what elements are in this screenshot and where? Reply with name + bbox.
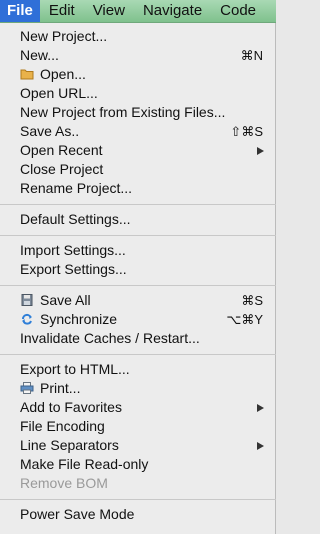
menu-item-open-recent[interactable]: Open Recent xyxy=(0,141,276,160)
menu-item-label: File Encoding xyxy=(20,418,105,434)
menu-item-make-read-only[interactable]: Make File Read-only xyxy=(0,455,276,474)
shortcut-label: ⌥⌘Y xyxy=(226,312,263,327)
menu-item-export-settings[interactable]: Export Settings... xyxy=(0,260,276,279)
menu-item-synchronize[interactable]: Synchronize ⌥⌘Y xyxy=(0,310,276,329)
menu-item-default-settings[interactable]: Default Settings... xyxy=(0,210,276,229)
menu-separator xyxy=(0,235,276,236)
menu-item-label: Print... xyxy=(40,380,81,396)
floppy-disk-icon xyxy=(20,292,34,306)
chevron-right-icon xyxy=(257,404,264,412)
menu-item-label: New... xyxy=(20,47,59,63)
shortcut-label: ⌘S xyxy=(241,293,263,308)
menu-item-file-encoding[interactable]: File Encoding xyxy=(0,417,276,436)
menu-item-import-settings[interactable]: Import Settings... xyxy=(0,241,276,260)
menu-item-remove-bom: Remove BOM xyxy=(0,474,276,493)
menu-item-power-save-mode[interactable]: Power Save Mode xyxy=(0,505,276,524)
menu-item-label: Make File Read-only xyxy=(20,456,149,472)
menu-item-close-project[interactable]: Close Project xyxy=(0,160,276,179)
menu-item-add-favorites[interactable]: Add to Favorites xyxy=(0,398,276,417)
menu-item-label: Add to Favorites xyxy=(20,399,122,415)
shortcut-label: ⌘N xyxy=(240,48,263,63)
menu-item-label: Power Save Mode xyxy=(20,506,135,522)
file-menu-dropdown: New Project... New... ⌘N Open... Open UR… xyxy=(0,23,276,534)
menu-item-label: Export to HTML... xyxy=(20,361,130,377)
menu-item-label: Save All xyxy=(40,292,91,308)
menu-item-new[interactable]: New... ⌘N xyxy=(0,46,276,65)
menu-item-open-url[interactable]: Open URL... xyxy=(0,84,276,103)
menu-item-label: New Project... xyxy=(20,28,108,44)
menu-item-label: Line Separators xyxy=(20,437,119,453)
printer-icon xyxy=(20,380,34,394)
menu-item-rename-project[interactable]: Rename Project... xyxy=(0,179,276,198)
menu-item-label: New Project from Existing Files... xyxy=(20,104,226,120)
menu-item-label: Synchronize xyxy=(40,311,118,327)
chevron-right-icon xyxy=(257,147,264,155)
menu-bar: File Edit View Navigate Code xyxy=(0,0,276,23)
chevron-right-icon xyxy=(257,442,264,450)
menu-item-label: Close Project xyxy=(20,161,104,177)
menu-separator xyxy=(0,354,276,355)
menu-item-label: Rename Project... xyxy=(20,180,133,196)
menu-item-label: Default Settings... xyxy=(20,211,131,227)
menu-separator xyxy=(0,204,276,205)
menu-separator xyxy=(0,499,276,500)
menu-item-label: Open URL... xyxy=(20,85,98,101)
menu-item-label: Save As.. xyxy=(20,123,80,139)
menu-item-print[interactable]: Print... xyxy=(0,379,276,398)
folder-icon xyxy=(20,66,34,80)
menu-view[interactable]: View xyxy=(84,0,134,22)
menu-separator xyxy=(0,285,276,286)
menu-item-line-separators[interactable]: Line Separators xyxy=(0,436,276,455)
shortcut-label: ⇧⌘S xyxy=(230,124,263,139)
menu-item-save-as[interactable]: Save As.. ⇧⌘S xyxy=(0,122,276,141)
menu-item-invalidate-caches[interactable]: Invalidate Caches / Restart... xyxy=(0,329,276,348)
menu-item-save-all[interactable]: Save All ⌘S xyxy=(0,291,276,310)
menu-item-label: Export Settings... xyxy=(20,261,127,277)
menu-item-label: Remove BOM xyxy=(20,475,108,491)
menu-navigate[interactable]: Navigate xyxy=(134,0,211,22)
menu-item-new-project[interactable]: New Project... xyxy=(0,27,276,46)
menu-item-open[interactable]: Open... xyxy=(0,65,276,84)
menu-item-label: Open... xyxy=(40,66,86,82)
menu-edit[interactable]: Edit xyxy=(40,0,84,22)
menu-code[interactable]: Code xyxy=(211,0,265,22)
sync-icon xyxy=(20,311,34,325)
menu-item-label: Invalidate Caches / Restart... xyxy=(20,330,200,346)
menu-item-new-from-existing[interactable]: New Project from Existing Files... xyxy=(0,103,276,122)
menu-item-label: Open Recent xyxy=(20,142,103,158)
menu-item-export-html[interactable]: Export to HTML... xyxy=(0,360,276,379)
menu-file[interactable]: File xyxy=(0,0,40,22)
menu-item-label: Import Settings... xyxy=(20,242,126,258)
